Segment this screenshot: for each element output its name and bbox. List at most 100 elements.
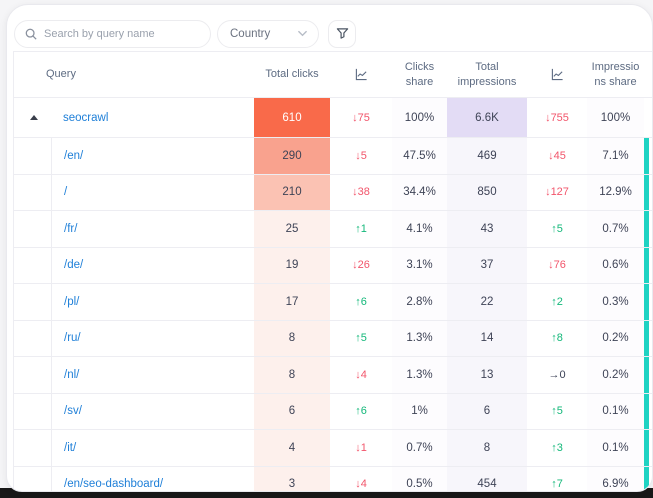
query-cell: / bbox=[14, 175, 254, 211]
filter-button[interactable] bbox=[328, 20, 356, 48]
impressions-delta: ↓755 bbox=[527, 98, 587, 137]
clicks-share-value: 1.3% bbox=[392, 357, 447, 393]
search-box[interactable] bbox=[14, 20, 211, 48]
clicks-delta: ↓38 bbox=[330, 175, 392, 211]
query-cell: /ru/ bbox=[14, 321, 254, 357]
impressions-delta: ↓45 bbox=[527, 138, 587, 174]
impressions-delta: ↑8 bbox=[527, 321, 587, 357]
clicks-delta: ↓1 bbox=[330, 430, 392, 466]
clicks-delta: ↑1 bbox=[330, 211, 392, 247]
query-link[interactable]: /it/ bbox=[64, 442, 76, 454]
impressions-share-value: 0.2% bbox=[587, 321, 644, 357]
impressions-share-value: 0.3% bbox=[587, 284, 644, 320]
impressions-share-value: 12.9% bbox=[587, 175, 644, 211]
impressions-share-value: 100% bbox=[587, 98, 644, 137]
row-accent-bar bbox=[644, 284, 649, 320]
clicks-share-value: 1% bbox=[392, 394, 447, 430]
query-link[interactable]: /en/ bbox=[64, 150, 83, 162]
clicks-share-value: 3.1% bbox=[392, 248, 447, 284]
impressions-share-value: 0.1% bbox=[587, 394, 644, 430]
queries-panel: Country Query Total clicks Clicks share … bbox=[6, 4, 653, 492]
country-select[interactable]: Country bbox=[217, 20, 319, 48]
impressions-delta: ↓127 bbox=[527, 175, 587, 211]
header-clicks-trend[interactable] bbox=[330, 52, 392, 97]
collapse-caret-icon[interactable] bbox=[30, 98, 51, 137]
clicks-share-value: 47.5% bbox=[392, 138, 447, 174]
table-row: /it/ 4 ↓1 0.7% 8 ↑3 0.1% bbox=[14, 430, 652, 467]
query-link[interactable]: /sv/ bbox=[64, 405, 82, 417]
filter-funnel-icon bbox=[336, 27, 349, 40]
header-total-impressions[interactable]: Total impressions bbox=[447, 52, 527, 97]
total-impressions-value: 14 bbox=[447, 321, 527, 357]
clicks-delta: ↑6 bbox=[330, 284, 392, 320]
header-query[interactable]: Query bbox=[14, 52, 254, 97]
total-clicks-value: 610 bbox=[254, 98, 330, 137]
row-accent-bar bbox=[644, 98, 649, 137]
impressions-delta: ↑3 bbox=[527, 430, 587, 466]
header-impressions-trend[interactable] bbox=[527, 52, 587, 97]
toolbar: Country bbox=[7, 5, 652, 51]
query-link[interactable]: /fr/ bbox=[64, 223, 77, 235]
query-link[interactable]: seocrawl bbox=[63, 112, 108, 124]
search-input[interactable] bbox=[44, 28, 200, 40]
impressions-share-value: 7.1% bbox=[587, 138, 644, 174]
clicks-delta: ↑5 bbox=[330, 321, 392, 357]
clicks-share-value: 4.1% bbox=[392, 211, 447, 247]
row-accent-bar bbox=[644, 211, 649, 247]
header-impressions-share[interactable]: Impressions share bbox=[587, 52, 644, 97]
table-row: /ru/ 8 ↑5 1.3% 14 ↑8 0.2% bbox=[14, 321, 652, 358]
total-clicks-value: 25 bbox=[254, 211, 330, 247]
query-link[interactable]: /nl/ bbox=[64, 369, 79, 381]
total-impressions-value: 6.6K bbox=[447, 98, 527, 137]
table-row: /de/ 19 ↓26 3.1% 37 ↓76 0.6% bbox=[14, 248, 652, 285]
clicks-share-value: 34.4% bbox=[392, 175, 447, 211]
total-impressions-value: 454 bbox=[447, 467, 527, 493]
total-impressions-value: 22 bbox=[447, 284, 527, 320]
row-accent-bar bbox=[644, 467, 649, 493]
row-accent-bar bbox=[644, 357, 649, 393]
table-row: /fr/ 25 ↑1 4.1% 43 ↑5 0.7% bbox=[14, 211, 652, 248]
impressions-share-value: 6.9% bbox=[587, 467, 644, 493]
query-link[interactable]: /en/seo-dashboard/ bbox=[64, 478, 163, 490]
clicks-delta: ↓4 bbox=[330, 467, 392, 493]
header-total-clicks[interactable]: Total clicks bbox=[254, 52, 330, 97]
query-link[interactable]: /de/ bbox=[64, 259, 83, 271]
header-spacer bbox=[644, 52, 649, 97]
table-row: /en/seo-dashboard/ 3 ↓4 0.5% 454 ↑7 6.9% bbox=[14, 467, 652, 493]
clicks-share-value: 100% bbox=[392, 98, 447, 137]
query-link[interactable]: /ru/ bbox=[64, 332, 81, 344]
impressions-delta: ↓76 bbox=[527, 248, 587, 284]
total-impressions-value: 43 bbox=[447, 211, 527, 247]
table-row: /en/ 290 ↓5 47.5% 469 ↓45 7.1% bbox=[14, 138, 652, 175]
table-row: /nl/ 8 ↓4 1.3% 13 →0 0.2% bbox=[14, 357, 652, 394]
row-accent-bar bbox=[644, 430, 649, 466]
total-clicks-value: 290 bbox=[254, 138, 330, 174]
query-cell: /sv/ bbox=[14, 394, 254, 430]
impressions-delta: ↑5 bbox=[527, 211, 587, 247]
query-link[interactable]: /pl/ bbox=[64, 296, 79, 308]
impressions-share-value: 0.1% bbox=[587, 430, 644, 466]
clicks-delta: ↓4 bbox=[330, 357, 392, 393]
query-link[interactable]: / bbox=[64, 186, 67, 198]
impressions-delta: ↑5 bbox=[527, 394, 587, 430]
clicks-delta: ↑6 bbox=[330, 394, 392, 430]
impressions-share-value: 0.7% bbox=[587, 211, 644, 247]
header-clicks-share[interactable]: Clicks share bbox=[392, 52, 447, 97]
clicks-delta: ↓5 bbox=[330, 138, 392, 174]
query-cell: /it/ bbox=[14, 430, 254, 466]
table-row: / 210 ↓38 34.4% 850 ↓127 12.9% bbox=[14, 175, 652, 212]
line-chart-icon bbox=[551, 68, 564, 81]
total-clicks-value: 210 bbox=[254, 175, 330, 211]
query-cell: /en/seo-dashboard/ bbox=[14, 467, 254, 493]
clicks-delta: ↓26 bbox=[330, 248, 392, 284]
query-cell: seocrawl bbox=[14, 98, 254, 137]
query-cell: /pl/ bbox=[14, 284, 254, 320]
total-impressions-value: 8 bbox=[447, 430, 527, 466]
total-clicks-value: 6 bbox=[254, 394, 330, 430]
total-clicks-value: 4 bbox=[254, 430, 330, 466]
query-cell: /de/ bbox=[14, 248, 254, 284]
clicks-share-value: 0.7% bbox=[392, 430, 447, 466]
clicks-delta: ↓75 bbox=[330, 98, 392, 137]
clicks-share-value: 2.8% bbox=[392, 284, 447, 320]
total-clicks-value: 8 bbox=[254, 357, 330, 393]
